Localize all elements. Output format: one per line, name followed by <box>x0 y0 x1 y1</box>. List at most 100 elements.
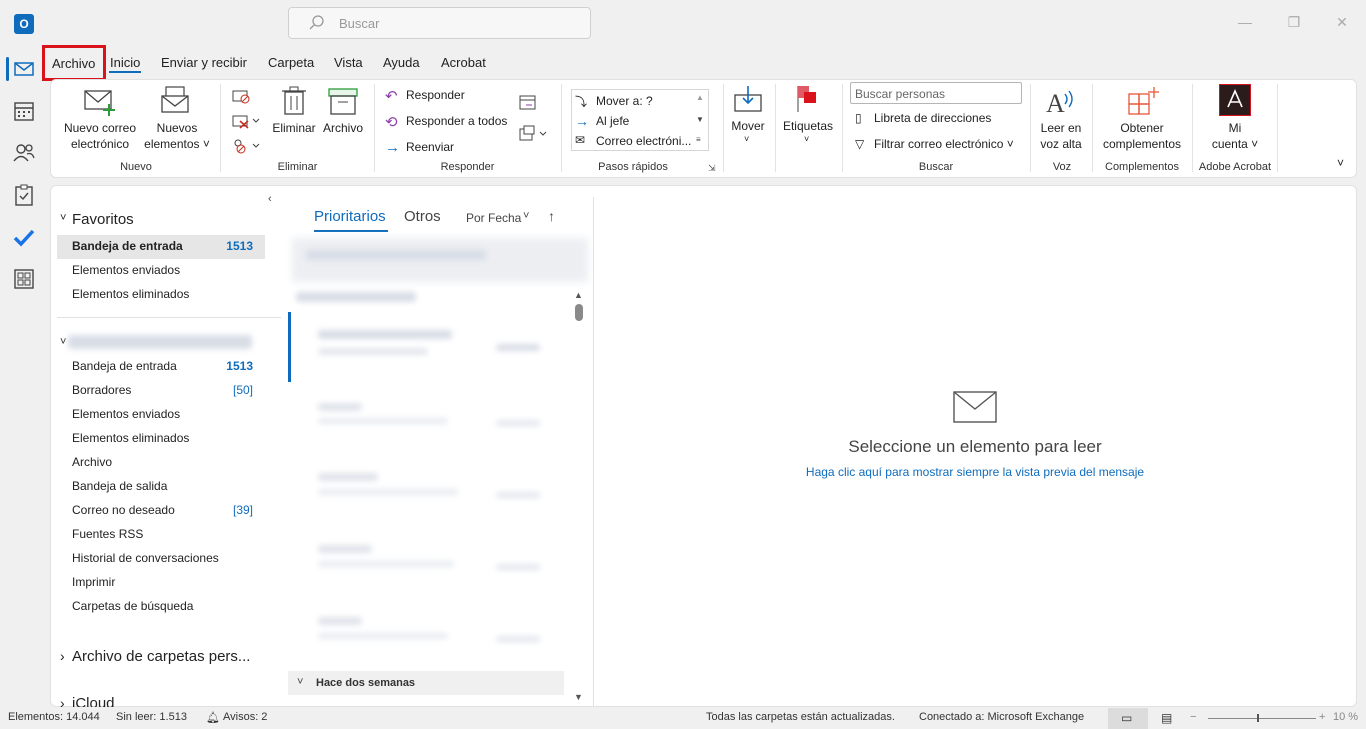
tab-archivo[interactable]: Archivo <box>42 45 106 81</box>
quick-step-email[interactable]: ✉ Correo electróni... <box>575 133 691 148</box>
favorites-header[interactable]: Favoritos <box>72 211 134 228</box>
arrow-right-icon: → <box>575 113 589 129</box>
personal-folders-archive[interactable]: Archivo de carpetas pers... <box>72 648 250 665</box>
ribbon-expand-chevron-icon[interactable]: ˅ <box>1337 156 1344 170</box>
folder-fav-inbox[interactable]: Bandeja de entrada <box>72 239 183 253</box>
folder-drafts[interactable]: Borradores <box>72 383 131 397</box>
move-to-icon: ⤵ <box>575 95 588 109</box>
read-aloud-label-1: Leer en <box>1040 121 1082 135</box>
mail-icon[interactable] <box>12 57 36 81</box>
archive-button[interactable]: Archivo <box>320 120 366 136</box>
scroll-up-icon[interactable]: ▲ <box>574 290 583 300</box>
search-input[interactable]: Buscar <box>288 7 591 39</box>
cleanup-icon[interactable] <box>231 113 261 132</box>
message-item[interactable] <box>318 473 378 481</box>
get-addins-button[interactable]: Obtener complementos <box>1097 120 1187 152</box>
reply-button[interactable]: ↶ Responder <box>385 87 465 105</box>
zoom-slider-thumb[interactable] <box>1257 714 1259 722</box>
folder-conversation-history[interactable]: Historial de conversaciones <box>72 551 219 565</box>
status-reminders[interactable]: Avisos: 2 <box>223 711 267 723</box>
chevron-down-icon[interactable]: ˅ <box>523 210 529 222</box>
folder-inbox[interactable]: Bandeja de entrada <box>72 359 177 373</box>
folder-outbox[interactable]: Bandeja de salida <box>72 479 167 493</box>
gallery-up-icon[interactable]: ▲ <box>696 93 704 102</box>
gallery-more-icon[interactable]: ≡ <box>696 135 701 144</box>
scroll-down-icon[interactable]: ▼ <box>574 692 583 702</box>
zoom-slider[interactable] <box>1208 718 1316 719</box>
chevron-down-icon[interactable]: ˅ <box>60 336 66 348</box>
restore-button[interactable]: ❐ <box>1284 12 1304 32</box>
read-aloud-button[interactable]: Leer en voz alta <box>1033 120 1089 152</box>
icloud-folder[interactable]: iCloud <box>72 695 115 707</box>
more-respond-icon[interactable] <box>518 125 548 146</box>
forward-icon: → <box>385 139 400 156</box>
account-name-blurred[interactable] <box>68 335 252 349</box>
close-button[interactable]: ✕ <box>1332 12 1352 32</box>
always-preview-link[interactable]: Haga clic aquí para mostrar siempre la v… <box>594 465 1356 479</box>
folder-deleted[interactable]: Elementos eliminados <box>72 431 189 445</box>
message-item[interactable] <box>318 545 372 553</box>
new-mail-button[interactable]: Nuevo correo electrónico <box>58 120 142 152</box>
tab-acrobat[interactable]: Acrobat <box>441 55 486 73</box>
quick-step-boss[interactable]: → Al jefe <box>575 113 629 129</box>
dialog-launcher-icon[interactable]: ⇲ <box>708 163 716 174</box>
scrollbar-thumb[interactable] <box>575 304 583 321</box>
message-item[interactable] <box>318 330 452 339</box>
people-icon[interactable] <box>12 141 36 165</box>
tab-ayuda[interactable]: Ayuda <box>383 55 420 73</box>
tab-carpeta[interactable]: Carpeta <box>268 55 314 73</box>
folder-search-folders[interactable]: Carpetas de búsqueda <box>72 599 193 613</box>
todo-check-icon[interactable] <box>12 225 36 249</box>
folder-rss[interactable]: Fuentes RSS <box>72 527 143 541</box>
collapse-folder-pane-icon[interactable]: ‹ <box>268 193 272 205</box>
more-apps-icon[interactable] <box>12 267 36 291</box>
tab-focused[interactable]: Prioritarios <box>314 208 386 225</box>
chevron-down-icon[interactable]: ˅ <box>60 212 66 224</box>
message-item[interactable] <box>318 403 362 411</box>
chevron-right-icon[interactable]: › <box>60 648 65 664</box>
quick-step-move[interactable]: ⤵ Mover a: ? <box>575 93 653 110</box>
calendar-icon[interactable] <box>12 99 36 123</box>
junk-icon[interactable] <box>231 138 261 157</box>
folder-print[interactable]: Imprimir <box>72 575 115 589</box>
folder-fav-deleted[interactable]: Elementos eliminados <box>72 287 189 301</box>
forward-button[interactable]: → Reenviar <box>385 139 454 156</box>
my-account-label-1: Mi <box>1228 121 1242 135</box>
junk-count: [39] <box>232 503 253 517</box>
address-book-button[interactable]: ▯ Libreta de direcciones <box>855 111 991 125</box>
tasks-icon[interactable] <box>12 183 36 207</box>
focused-tab-underline <box>314 230 388 232</box>
folder-sent[interactable]: Elementos enviados <box>72 407 180 421</box>
filter-email-button[interactable]: ▽ Filtrar correo electrónico ˅ <box>855 137 1014 151</box>
delete-button[interactable]: Eliminar <box>268 120 320 136</box>
tab-enviar-recibir[interactable]: Enviar y recibir <box>161 55 247 73</box>
tab-vista[interactable]: Vista <box>334 55 363 73</box>
my-account-button[interactable]: Mi cuenta ˅ <box>1205 120 1265 152</box>
minimize-button[interactable]: — <box>1235 12 1255 32</box>
folder-junk[interactable]: Correo no deseado <box>72 503 175 517</box>
read-aloud-label-2: voz alta <box>1040 137 1082 151</box>
sort-direction-icon[interactable]: ↑ <box>548 208 555 224</box>
zoom-out-icon[interactable]: − <box>1190 711 1196 723</box>
tab-other[interactable]: Otros <box>404 208 441 225</box>
status-unread: Sin leer: 1.513 <box>116 711 187 723</box>
folder-archive[interactable]: Archivo <box>72 455 112 469</box>
message-item[interactable] <box>318 617 362 625</box>
tags-button[interactable]: Etiquetas <box>778 118 838 134</box>
folder-divider <box>57 317 281 318</box>
new-items-button[interactable]: Nuevos elementos ˅ <box>142 120 212 152</box>
chevron-down-icon[interactable]: ˅ <box>297 676 303 688</box>
folder-fav-sent[interactable]: Elementos enviados <box>72 263 180 277</box>
blurred-text <box>496 420 540 426</box>
reading-view-icon[interactable]: ▤ <box>1161 711 1172 725</box>
reply-all-button[interactable]: ⟲ Responder a todos <box>385 113 507 131</box>
ribbon-divider <box>775 84 776 172</box>
sort-by-date[interactable]: Por Fecha <box>466 211 521 225</box>
move-button[interactable]: Mover <box>726 118 770 134</box>
reading-pane-empty-title: Seleccione un elemento para leer <box>848 437 1102 456</box>
zoom-in-icon[interactable]: + <box>1319 711 1325 723</box>
ignore-icon[interactable] <box>231 88 251 107</box>
meeting-reply-icon[interactable] <box>518 93 538 114</box>
gallery-down-icon[interactable]: ▼ <box>696 115 704 124</box>
search-people-input[interactable]: Buscar personas <box>850 82 1022 104</box>
